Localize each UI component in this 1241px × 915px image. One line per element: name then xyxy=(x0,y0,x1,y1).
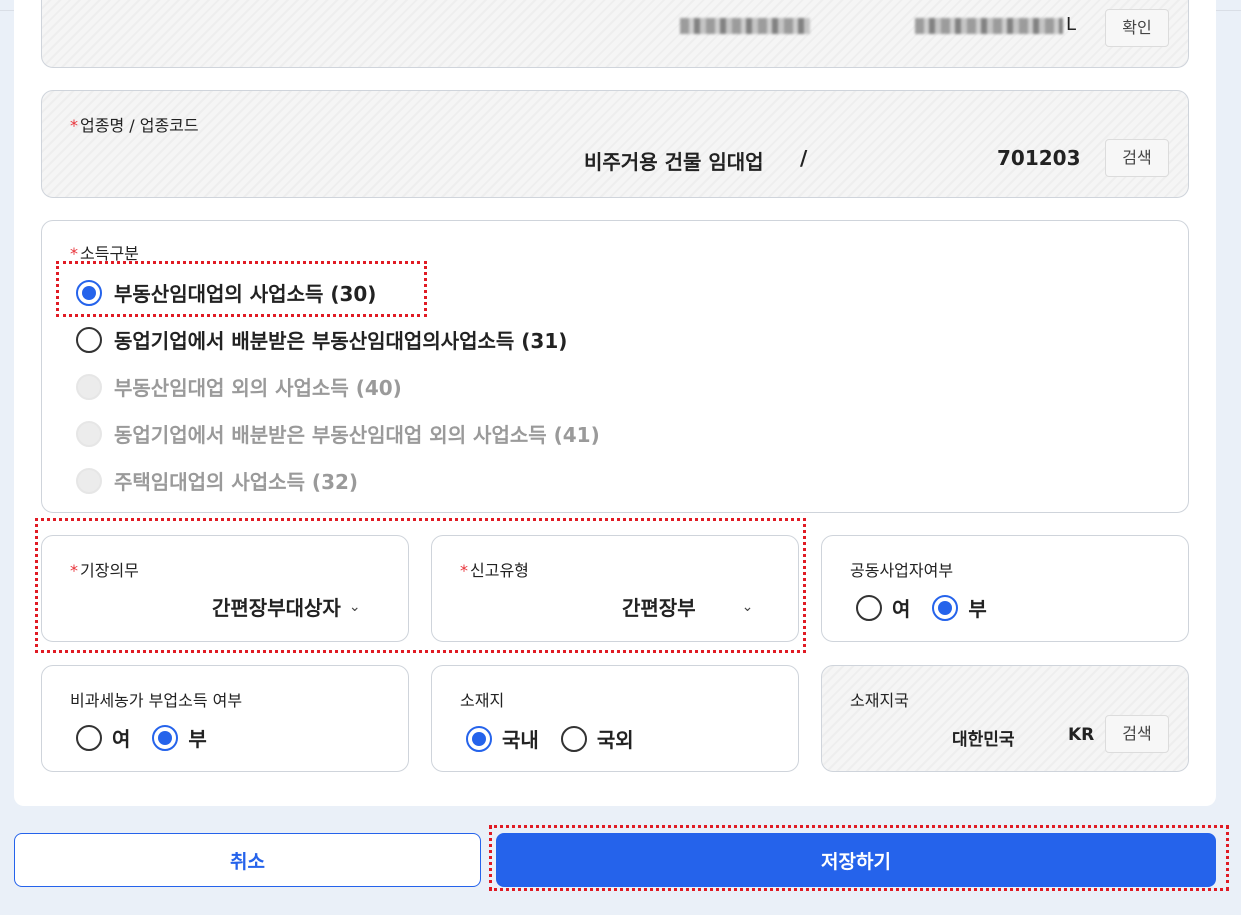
radio-unchecked-icon[interactable] xyxy=(76,724,102,751)
farm-income-label: 비과세농가 부업소득 여부 xyxy=(70,691,243,710)
masked-value-1 xyxy=(680,18,810,34)
country-name: 대한민국 xyxy=(952,730,1015,750)
highlight-bookkeeping-report xyxy=(35,518,806,653)
radio-checked-icon[interactable] xyxy=(932,594,959,621)
industry-name: 비주거용 건물 임대업 xyxy=(584,150,764,174)
radio-disabled-icon xyxy=(76,420,102,447)
joint-business-radios: 여 부 xyxy=(856,593,1009,622)
farm-income-no[interactable]: 부 xyxy=(152,723,207,752)
country-code: KR xyxy=(1068,725,1095,745)
radio-unchecked-icon[interactable] xyxy=(76,326,102,353)
radio-unchecked-icon[interactable] xyxy=(560,725,587,752)
highlight-income-option xyxy=(56,261,427,317)
save-button[interactable]: 저장하기 xyxy=(496,833,1216,887)
masked-value-2 xyxy=(915,18,1063,34)
required-mark: * xyxy=(70,116,78,135)
joint-business-yes[interactable]: 여 xyxy=(856,593,910,622)
income-option-32: 주택임대업의 사업소득 (32) xyxy=(76,466,358,495)
industry-label: * 업종명 / 업종코드 xyxy=(70,116,199,135)
income-option-label: 동업기업에서 배분받은 부동산임대업의사업소득 (31) xyxy=(114,329,568,353)
income-option-40: 부동산임대업 외의 사업소득 (40) xyxy=(76,372,402,401)
radio-disabled-icon xyxy=(76,467,102,494)
income-option-31[interactable]: 동업기업에서 배분받은 부동산임대업의사업소득 (31) xyxy=(76,325,567,354)
radio-checked-icon[interactable] xyxy=(152,724,179,751)
cancel-button[interactable]: 취소 xyxy=(14,833,481,887)
farm-income-yes[interactable]: 여 xyxy=(76,723,130,752)
country-search-button[interactable]: 검색 xyxy=(1105,715,1169,753)
joint-business-no[interactable]: 부 xyxy=(932,593,987,622)
joint-business-box xyxy=(821,535,1189,642)
location-domestic[interactable]: 국내 xyxy=(466,724,539,753)
location-label: 소재지 xyxy=(460,691,505,710)
income-option-41: 동업기업에서 배분받은 부동산임대업 외의 사업소득 (41) xyxy=(76,419,600,448)
radio-disabled-icon xyxy=(76,373,102,400)
income-option-label: 부동산임대업 외의 사업소득 (40) xyxy=(114,376,402,400)
industry-separator: / xyxy=(800,146,808,170)
joint-business-label: 공동사업자여부 xyxy=(850,561,954,580)
business-number-box xyxy=(41,0,1189,68)
confirm-button[interactable]: 확인 xyxy=(1105,9,1169,47)
radio-checked-icon[interactable] xyxy=(466,725,492,752)
location-radios: 국내 국외 xyxy=(466,724,656,753)
income-option-label: 동업기업에서 배분받은 부동산임대업 외의 사업소득 (41) xyxy=(114,423,600,447)
radio-unchecked-icon[interactable] xyxy=(856,594,882,621)
location-box xyxy=(431,665,799,772)
industry-box xyxy=(41,90,1189,198)
industry-code: 701203 xyxy=(997,146,1081,170)
income-option-label: 주택임대업의 사업소득 (32) xyxy=(114,470,359,494)
location-foreign[interactable]: 국외 xyxy=(560,724,634,753)
masked-tail-char: L xyxy=(1066,14,1077,35)
farm-income-box xyxy=(41,665,409,772)
country-label: 소재지국 xyxy=(850,691,909,710)
farm-income-radios: 여 부 xyxy=(76,723,229,752)
industry-search-button[interactable]: 검색 xyxy=(1105,139,1169,177)
